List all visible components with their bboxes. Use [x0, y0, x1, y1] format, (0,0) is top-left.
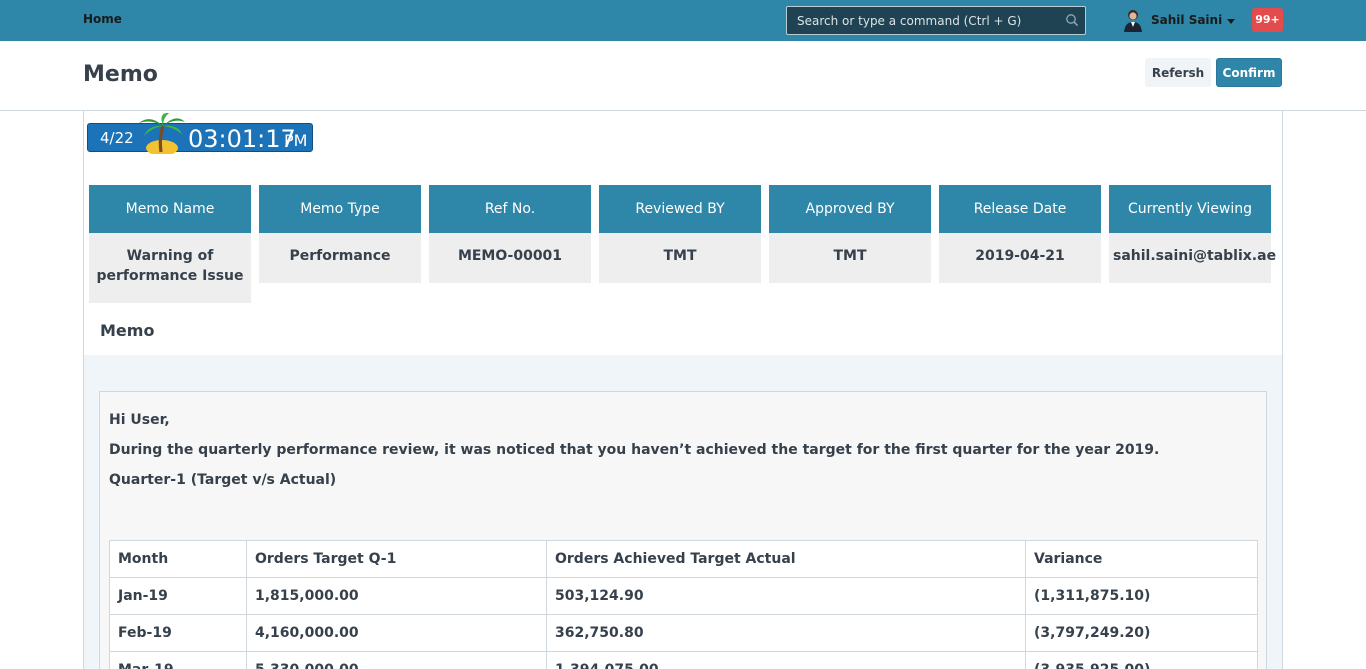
table-header-cell: Orders Achieved Target Actual [546, 540, 1026, 578]
card-currently-viewing: Currently Viewing sahil.saini@tablix.ae [1109, 185, 1276, 283]
table-cell: 1,394,075.00 [546, 651, 1026, 669]
notification-badge[interactable]: 99+ [1252, 8, 1283, 32]
card-header: Memo Type [259, 185, 421, 233]
card-value: Performance [259, 233, 421, 283]
card-header: Memo Name [89, 185, 251, 233]
memo-subtitle: Quarter-1 (Target v/s Actual) [109, 472, 337, 488]
memo-content: Hi User, During the quarterly performanc… [99, 391, 1267, 669]
table-cell: 362,750.80 [546, 614, 1026, 652]
card-header: Release Date [939, 185, 1101, 233]
memo-body: During the quarterly performance review,… [109, 442, 1160, 458]
table-header-cell: Month [109, 540, 247, 578]
card-header: Ref No. [429, 185, 591, 233]
card-release-date: Release Date 2019-04-21 [939, 185, 1101, 283]
table-cell: (3,797,249.20) [1025, 614, 1258, 652]
info-cards: Memo Name Warning of performance Issue M… [89, 185, 1279, 305]
card-memo-type: Memo Type Performance [259, 185, 421, 283]
card-value: 2019-04-21 [939, 233, 1101, 283]
memo-heading: Memo [100, 321, 155, 340]
user-name[interactable]: Sahil Saini [1151, 13, 1222, 27]
user-menu[interactable]: Sahil Saini [1123, 8, 1236, 32]
table-cell: 1,815,000.00 [246, 577, 547, 615]
search-input[interactable] [787, 7, 1057, 34]
table-header-cell: Variance [1025, 540, 1258, 578]
chevron-down-icon[interactable] [1227, 18, 1236, 24]
memo-header: Memo [84, 308, 1282, 355]
table-cell: (1,311,875.10) [1025, 577, 1258, 615]
memo-table: Month Orders Target Q-1 Orders Achieved … [109, 540, 1258, 669]
card-value: sahil.saini@tablix.ae [1109, 233, 1276, 283]
table-cell: 503,124.90 [546, 577, 1026, 615]
avatar [1124, 10, 1142, 32]
table-cell: 5,330,000.00 [246, 651, 547, 669]
confirm-button[interactable]: Confirm [1216, 58, 1282, 87]
search-icon[interactable] [1065, 13, 1079, 27]
table-cell: Jan-19 [109, 577, 247, 615]
palm-tree-icon [139, 112, 185, 154]
table-cell: (3,935,925.00) [1025, 651, 1258, 669]
page-head: Memo Refersh Confirm [0, 41, 1366, 111]
card-header: Currently Viewing [1109, 185, 1271, 233]
content-area: 4/22 03:01:17 PM Memo Name Warning of pe… [83, 111, 1283, 669]
table-cell: Feb-19 [109, 614, 247, 652]
card-value: Warning of performance Issue [89, 233, 251, 303]
card-value: MEMO-00001 [429, 233, 591, 283]
memo-greeting: Hi User, [109, 412, 170, 428]
clock-widget: 4/22 03:01:17 PM [87, 112, 313, 154]
home-link[interactable]: Home [83, 12, 122, 26]
table-cell: Mar-19 [109, 651, 247, 669]
card-reviewed-by: Reviewed BY TMT [599, 185, 761, 283]
card-approved-by: Approved BY TMT [769, 185, 931, 283]
table-row: Mar-19 5,330,000.00 1,394,075.00 (3,935,… [109, 651, 1258, 669]
memo-section: Memo Hi User, During the quarterly perfo… [84, 308, 1282, 669]
clock-ampm: PM [284, 131, 308, 150]
table-header-row: Month Orders Target Q-1 Orders Achieved … [109, 540, 1258, 578]
table-cell: 4,160,000.00 [246, 614, 547, 652]
table-row: Jan-19 1,815,000.00 503,124.90 (1,311,87… [109, 577, 1258, 615]
navbar: Home Sahil Saini 99+ [0, 0, 1366, 41]
card-header: Reviewed BY [599, 185, 761, 233]
page-title: Memo [83, 62, 158, 87]
table-row: Feb-19 4,160,000.00 362,750.80 (3,797,24… [109, 614, 1258, 652]
card-ref-no: Ref No. MEMO-00001 [429, 185, 591, 283]
clock-time: 03:01:17 [188, 125, 296, 153]
card-header: Approved BY [769, 185, 931, 233]
clock-date: 4/22 [100, 129, 134, 147]
card-value: TMT [599, 233, 761, 283]
table-header-cell: Orders Target Q-1 [246, 540, 547, 578]
refresh-button[interactable]: Refersh [1145, 58, 1211, 87]
card-memo-name: Memo Name Warning of performance Issue [89, 185, 251, 303]
search-box[interactable] [786, 6, 1086, 35]
card-value: TMT [769, 233, 931, 283]
